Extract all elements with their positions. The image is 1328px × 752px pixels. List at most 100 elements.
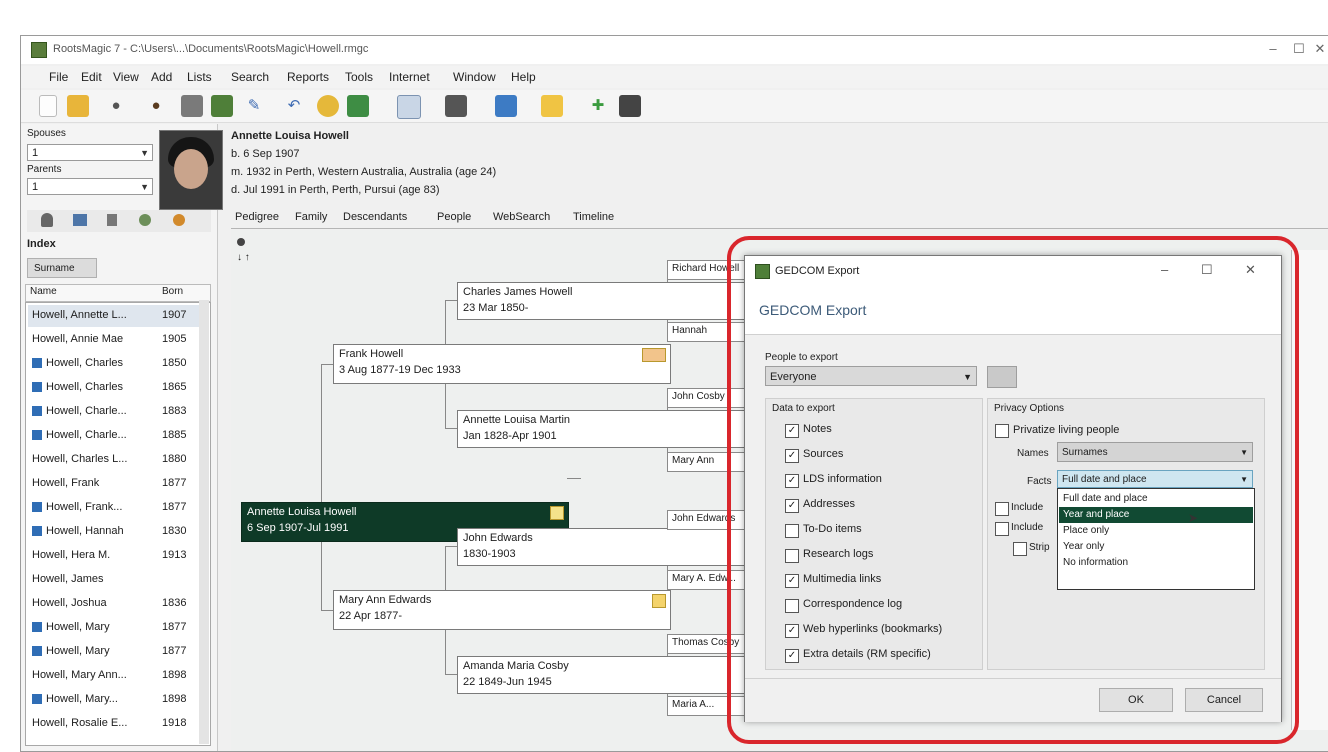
index-row[interactable]: Howell, Charles 1865 <box>28 377 208 399</box>
paternal-grandfather-box[interactable]: Charles James Howell 23 Mar 1850- <box>457 282 759 320</box>
media-badge-icon <box>32 382 42 392</box>
index-row[interactable]: Howell, Frank 1877 <box>28 473 208 495</box>
side-toolbar <box>27 210 211 232</box>
menu-lists[interactable]: Lists <box>187 70 212 84</box>
new-file-icon[interactable] <box>39 95 57 117</box>
tab-family[interactable]: Family <box>295 211 327 223</box>
index-row[interactable]: Howell, Charles L... 1880 <box>28 449 208 471</box>
tree-icon[interactable] <box>619 95 641 117</box>
surname-tab[interactable]: Surname <box>27 258 97 278</box>
index-row[interactable]: Howell, Hannah 1830 <box>28 521 208 543</box>
nav-arrows-icon[interactable]: ↓ ↑ <box>237 252 250 263</box>
index-born: 1877 <box>162 501 187 513</box>
menu-view[interactable]: View <box>113 70 139 84</box>
mother-dates: 22 Apr 1877- <box>339 610 402 622</box>
parents-combo[interactable]: 1 ▼ <box>27 178 153 195</box>
print-icon[interactable] <box>181 95 203 117</box>
tab-people[interactable]: People <box>437 211 471 223</box>
menu-search[interactable]: Search <box>231 70 269 84</box>
edit-person-icon[interactable] <box>107 214 117 226</box>
media-badge-icon <box>32 358 42 368</box>
maximize-button[interactable]: ☐ <box>1287 40 1311 58</box>
menu-internet[interactable]: Internet <box>389 70 430 84</box>
index-name: Howell, James <box>32 573 104 585</box>
sync-icon[interactable]: ✚ <box>587 95 609 117</box>
index-row[interactable]: Howell, Charle... 1883 <box>28 401 208 423</box>
person-name: Annette Louisa Howell <box>231 130 349 142</box>
person-death: d. Jul 1991 in Perth, Perth, Pursui (age… <box>231 184 440 196</box>
index-row[interactable]: Howell, Mary 1877 <box>28 641 208 663</box>
save-icon[interactable] <box>211 95 233 117</box>
family-icon[interactable] <box>73 214 87 226</box>
tab-pedigree[interactable]: Pedigree <box>235 211 279 223</box>
menu-reports[interactable]: Reports <box>287 70 329 84</box>
index-row[interactable]: Howell, Mary Ann... 1898 <box>28 665 208 687</box>
index-name: Howell, Hannah <box>46 525 124 537</box>
publish-icon[interactable] <box>347 95 369 117</box>
ff-dates: 23 Mar 1850- <box>463 302 529 314</box>
flag-icon <box>652 594 666 608</box>
report-icon[interactable] <box>495 95 517 117</box>
person-birth: b. 6 Sep 1907 <box>231 148 300 160</box>
fm-dates: Jan 1828-Apr 1901 <box>463 430 557 442</box>
menu-edit[interactable]: Edit <box>81 70 102 84</box>
tab-timeline[interactable]: Timeline <box>573 211 614 223</box>
menu-window[interactable]: Window <box>453 70 496 84</box>
cd-icon[interactable] <box>541 95 563 117</box>
index-row[interactable]: Howell, Frank... 1877 <box>28 497 208 519</box>
open-folder-icon[interactable] <box>67 95 89 117</box>
index-row[interactable]: Howell, Charle... 1885 <box>28 425 208 447</box>
index-name: Howell, Frank <box>32 477 100 489</box>
tab-descendants[interactable]: Descendants <box>343 211 407 223</box>
edit-icon[interactable]: ✎ <box>243 95 265 117</box>
maternal-grandfather-box[interactable]: John Edwards 1830-1903 <box>457 528 759 566</box>
menu-add[interactable]: Add <box>151 70 172 84</box>
index-row[interactable]: Howell, Mary... 1898 <box>28 689 208 711</box>
menu-file[interactable]: File <box>49 70 68 84</box>
father-box[interactable]: Frank Howell 3 Aug 1877-19 Dec 1933 <box>333 344 671 384</box>
spouses-combo[interactable]: 1 ▼ <box>27 144 153 161</box>
index-row[interactable]: Howell, Hera M. 1913 <box>28 545 208 567</box>
index-row[interactable]: Howell, Rosalie E... 1918 <box>28 713 208 735</box>
index-scrollbar[interactable] <box>199 300 209 744</box>
web-icon[interactable] <box>317 95 339 117</box>
close-button[interactable]: ✕ <box>1311 40 1328 58</box>
globe-icon[interactable] <box>139 214 151 226</box>
list-icon[interactable] <box>445 95 467 117</box>
add-person-icon[interactable]: ● <box>145 95 167 117</box>
media-badge-icon <box>32 646 42 656</box>
index-born: 1877 <box>162 477 187 489</box>
mother-box[interactable]: Mary Ann Edwards 22 Apr 1877- <box>333 590 671 630</box>
menu-tools[interactable]: Tools <box>345 70 373 84</box>
col-name-header[interactable]: Name <box>30 286 57 297</box>
mother-name: Mary Ann Edwards <box>339 594 432 606</box>
tab-websearch[interactable]: WebSearch <box>493 211 550 223</box>
index-row[interactable]: Howell, Joshua 1836 <box>28 593 208 615</box>
minimize-button[interactable]: – <box>1261 40 1285 58</box>
person-icon[interactable] <box>41 213 53 227</box>
mf-name: John Edwards <box>463 532 533 544</box>
person-icon[interactable]: ● <box>105 95 127 117</box>
index-born: 1877 <box>162 621 187 633</box>
paternal-grandmother-box[interactable]: Annette Louisa Martin Jan 1828-Apr 1901 <box>457 410 759 448</box>
index-row[interactable]: Howell, Mary 1877 <box>28 617 208 639</box>
index-born: 1830 <box>162 525 187 537</box>
index-name: Howell, Mary Ann... <box>32 669 127 681</box>
index-row[interactable]: Howell, James <box>28 569 208 591</box>
media-badge-icon <box>32 526 42 536</box>
chart-icon[interactable] <box>397 95 421 119</box>
nav-dot-icon[interactable] <box>237 238 245 246</box>
index-row[interactable]: Howell, Annie Mae 1905 <box>28 329 208 351</box>
undo-icon[interactable]: ↶ <box>283 95 305 117</box>
index-name: Howell, Mary <box>46 645 110 657</box>
maternal-grandmother-box[interactable]: Amanda Maria Cosby 22 1849-Jun 1945 <box>457 656 759 694</box>
menu-help[interactable]: Help <box>511 70 536 84</box>
media-badge-icon <box>32 502 42 512</box>
bookmark-icon[interactable] <box>173 214 185 226</box>
index-row[interactable]: Howell, Charles 1850 <box>28 353 208 375</box>
index-born: 1918 <box>162 717 187 729</box>
index-born: 1883 <box>162 405 187 417</box>
index-name: Howell, Joshua <box>32 597 107 609</box>
col-born-header[interactable]: Born <box>162 286 183 297</box>
index-row[interactable]: Howell, Annette L... 1907 <box>28 305 208 327</box>
